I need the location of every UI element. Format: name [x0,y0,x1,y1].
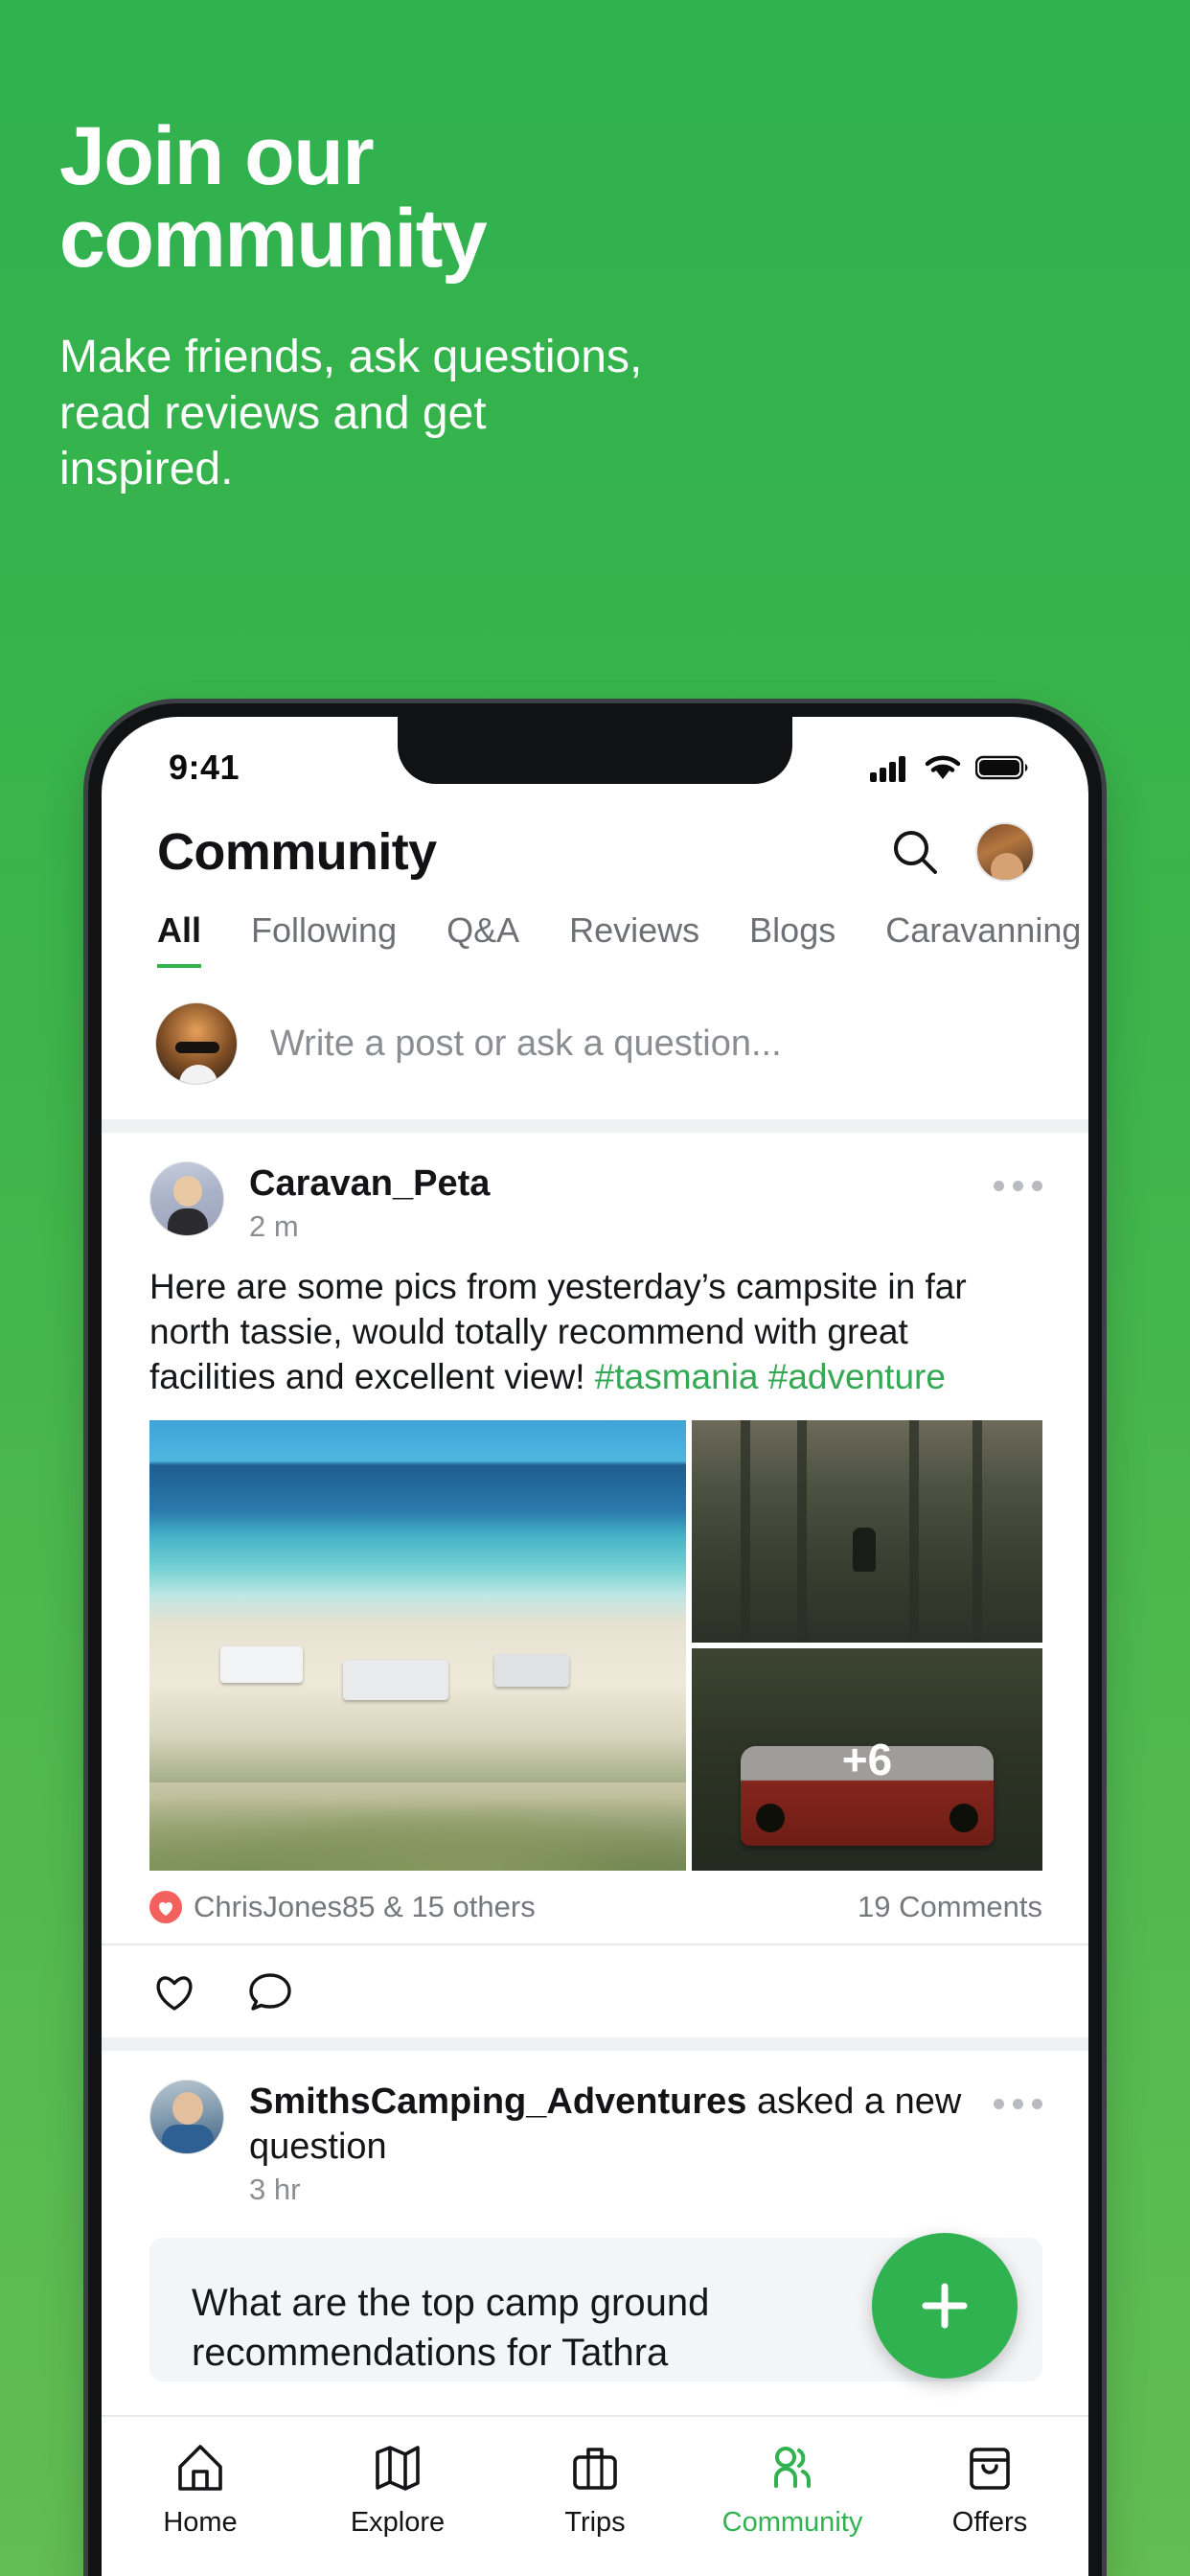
tab-caravanning[interactable]: Caravanning [885,910,1081,970]
nav-item-community[interactable]: Community [701,2440,883,2539]
plus-icon [922,2283,968,2329]
promo-subtitle-line-2: read reviews and get inspired. [59,387,487,495]
people-icon [774,2446,811,2488]
tab-all[interactable]: All [157,910,202,970]
home-icon [178,2444,222,2491]
post-author-avatar[interactable] [149,2080,224,2155]
more-options-icon[interactable] [994,2080,1042,2110]
composer-placeholder[interactable]: Write a post or ask a question... [270,1024,782,1065]
tab-reviews[interactable]: Reviews [569,910,699,970]
suitcase-icon [573,2447,617,2490]
battery-icon [975,755,1028,780]
promo-subtitle-line-1: Make friends, ask questions, [59,332,643,382]
cellular-signal-icon [870,756,905,782]
post-hashtags[interactable]: #tasmania #adventure [595,1357,946,1396]
nav-label-community: Community [721,2506,863,2538]
nav-label-home: Home [163,2506,238,2538]
promo-title-line-2: community [59,193,488,285]
post-author-username[interactable]: SmithsCamping_Adventures [249,2082,746,2122]
phone-mockup: 9:41 Community All Following Q&A Reviews… [88,703,1102,2576]
wifi-icon [925,755,961,779]
status-bar: 9:41 [102,717,1088,805]
phone-screen: 9:41 Community All Following Q&A Reviews… [102,717,1088,2576]
page-title: Community [157,823,437,881]
nav-item-trips[interactable]: Trips [504,2440,686,2539]
promo-header: Join our community Make friends, ask que… [0,0,1190,498]
nav-label-offers: Offers [951,2506,1028,2538]
photo-overflow-overlay[interactable]: +6 [692,1648,1042,1872]
more-options-icon[interactable] [994,1162,1042,1191]
nav-item-offers[interactable]: Offers [899,2440,1081,2539]
comment-icon[interactable] [245,1966,295,2016]
post-comments-count[interactable]: 19 Comments [858,1890,1042,1924]
promo-title-line-1: Join our [59,110,375,202]
post-photo-beach[interactable] [149,1420,686,1872]
post-actions [102,1945,1088,2052]
post-reactions: ChrisJones85 & 15 others 19 Comments [102,1871,1088,1946]
post-author-name[interactable]: Caravan_Peta [249,1162,969,1206]
post-timestamp: 3 hr [249,2172,301,2206]
tab-qa[interactable]: Q&A [446,910,519,970]
search-icon[interactable] [887,824,943,880]
map-icon [376,2445,420,2491]
tab-following[interactable]: Following [251,910,397,970]
tab-bar[interactable]: All Following Q&A Reviews Blogs Caravann… [102,891,1088,972]
phone-notch [398,717,792,784]
post-photo-forest[interactable] [692,1420,1042,1644]
app-header: Community [102,805,1088,891]
post-composer[interactable]: Write a post or ask a question... [102,968,1088,1133]
post-card: Caravan_Peta 2 m Here are some pics from… [102,1133,1088,2052]
current-user-avatar [155,1002,238,1085]
post-photo-kombi[interactable]: +6 [692,1648,1042,1872]
promo-subtitle: Make friends, ask questions, read review… [59,330,673,498]
post-body: Here are some pics from yesterday’s camp… [102,1257,1088,1420]
bag-icon [970,2447,1010,2490]
photo-overflow-count: +6 [841,1735,893,1785]
post-header: Caravan_Peta 2 m [102,1133,1088,1257]
post-photo-grid[interactable]: +6 [149,1420,1042,1872]
nav-label-explore: Explore [350,2506,446,2538]
heart-icon[interactable] [149,1966,199,2016]
post-timestamp: 2 m [249,1209,299,1244]
promo-title: Join our community [59,115,673,280]
create-post-fab[interactable] [872,2233,1018,2379]
post-author-avatar[interactable] [149,1162,224,1236]
nav-item-explore[interactable]: Explore [307,2440,489,2539]
status-bar-time: 9:41 [169,748,240,787]
tab-blogs[interactable]: Blogs [749,910,835,970]
heart-filled-badge-icon [149,1891,182,1924]
bottom-navigation[interactable]: Home Explore Trips Community Offers [102,2415,1088,2576]
post-header: SmithsCamping_Adventures asked a new que… [102,2051,1088,2220]
nav-label-trips: Trips [564,2506,626,2538]
nav-item-home[interactable]: Home [109,2440,291,2539]
post-author-name[interactable]: SmithsCamping_Adventures asked a new que… [249,2080,969,2169]
post-likes-summary[interactable]: ChrisJones85 & 15 others [194,1890,536,1924]
avatar[interactable] [975,822,1035,882]
